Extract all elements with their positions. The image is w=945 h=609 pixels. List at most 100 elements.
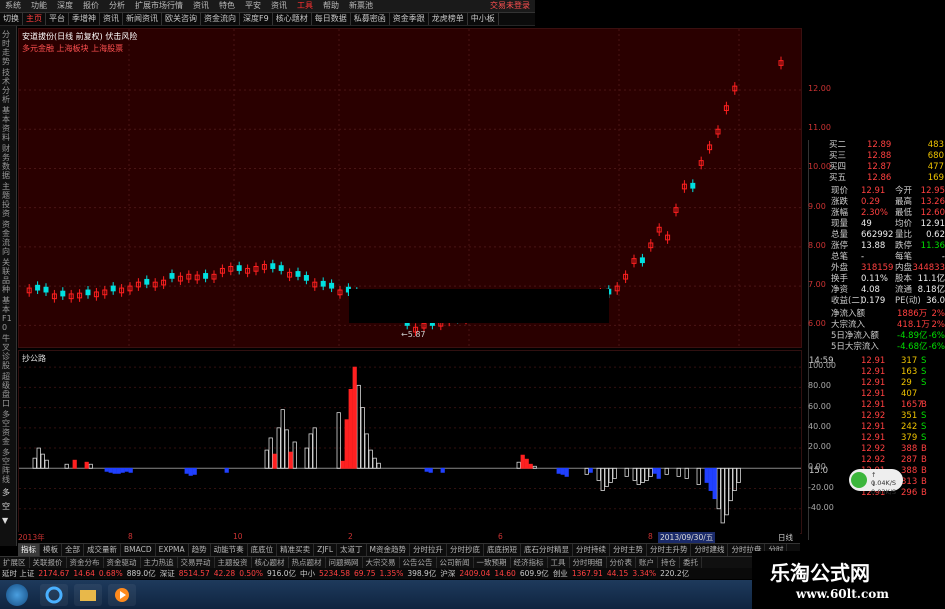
- extension-tab[interactable]: 分时明细: [570, 557, 607, 568]
- extension-tab[interactable]: 工具: [548, 557, 570, 568]
- index-status-item: 沪深: [440, 569, 456, 578]
- menu-item[interactable]: 帮助: [318, 0, 344, 12]
- sidebar-tab[interactable]: 牛叉诊股: [2, 334, 14, 370]
- extension-tab[interactable]: 委托: [680, 557, 702, 568]
- menu-item[interactable]: 扩展市场行情: [130, 0, 188, 12]
- extension-tab[interactable]: 问题揭网: [326, 557, 363, 568]
- sidebar-tab[interactable]: 技术分析: [2, 68, 14, 104]
- sidebar-toggle[interactable]: 空: [2, 502, 14, 511]
- menu-item[interactable]: 工具: [292, 0, 318, 12]
- extension-tab[interactable]: 一致预期: [474, 557, 511, 568]
- extension-tab[interactable]: 扩展区: [0, 557, 30, 568]
- indicator-tab[interactable]: 成交量新: [84, 544, 121, 556]
- extension-tab[interactable]: 持仓: [658, 557, 680, 568]
- flow-value: 1886万: [897, 309, 928, 319]
- nav-item[interactable]: 资金流向: [201, 13, 240, 25]
- nav-item[interactable]: 深度F9: [240, 13, 273, 25]
- menu-item[interactable]: 特色: [214, 0, 240, 12]
- menu-item[interactable]: 资讯: [188, 0, 214, 12]
- menu-item[interactable]: 平安: [240, 0, 266, 12]
- index-status-item: 8514.57: [178, 569, 210, 578]
- extension-tab[interactable]: 核心题材: [252, 557, 289, 568]
- nav-item[interactable]: 主页: [23, 13, 46, 25]
- indicator-tab[interactable]: 底石分时精显: [521, 544, 573, 556]
- extension-tab[interactable]: 热点题材: [289, 557, 326, 568]
- indicator-tab[interactable]: 趋势: [189, 544, 211, 556]
- nav-item[interactable]: 季增神: [69, 13, 100, 25]
- nav-item[interactable]: 平台: [46, 13, 69, 25]
- indicator-tab[interactable]: EXPMA: [156, 544, 189, 556]
- sidebar-tab[interactable]: 多空阵线: [2, 448, 14, 484]
- tick-volume: 163: [901, 367, 918, 377]
- indicator-axis-label: 40.00: [808, 421, 831, 431]
- hist-bar-hollow: [596, 467, 601, 481]
- nav-item[interactable]: 每日数据: [312, 13, 351, 25]
- sidebar-tab[interactable]: 财务数据: [2, 144, 14, 180]
- extension-tab[interactable]: 交易异动: [178, 557, 215, 568]
- indicator-tab[interactable]: 分时抄底: [447, 544, 484, 556]
- indicator-tab[interactable]: 分时拉升: [410, 544, 447, 556]
- sidebar-tab[interactable]: 资金流向: [2, 220, 14, 256]
- indicator-tab[interactable]: 分时持续: [573, 544, 610, 556]
- extension-tab[interactable]: 经济指标: [511, 557, 548, 568]
- extension-tab[interactable]: 公告公告: [400, 557, 437, 568]
- menu-item[interactable]: 资讯: [266, 0, 292, 12]
- extension-tab[interactable]: 账户: [636, 557, 658, 568]
- menu-item[interactable]: 分析: [104, 0, 130, 12]
- nav-item[interactable]: 欧关咨询: [162, 13, 201, 25]
- menu-item[interactable]: 报价: [78, 0, 104, 12]
- indicator-tabs[interactable]: 指标 模板 全部 成交量新 BMACD EXPMA 趋势 动能节奏 底底位 精准买卖 ZJFL 太道丁…: [18, 543, 800, 556]
- indicator-tab[interactable]: 动能节奏: [211, 544, 248, 556]
- sidebar-tab[interactable]: 分时走势: [2, 30, 14, 66]
- nav-item[interactable]: 核心题材: [273, 13, 312, 25]
- indicator-tab[interactable]: 精准买卖: [277, 544, 315, 556]
- nav-item[interactable]: 资讯: [100, 13, 123, 25]
- indicator-tab[interactable]: 模板: [40, 544, 62, 556]
- extension-tab[interactable]: 大宗交易: [363, 557, 400, 568]
- nav-item[interactable]: 私募密函: [351, 13, 390, 25]
- extension-tab[interactable]: 关联报价: [30, 557, 67, 568]
- nav-item[interactable]: 资金季跟: [390, 13, 429, 25]
- indicator-chart[interactable]: 抄公路: [18, 350, 802, 534]
- nav-item[interactable]: 新闻资讯: [123, 13, 162, 25]
- sidebar-tab[interactable]: 关联品种: [2, 258, 14, 294]
- menu-item[interactable]: 功能: [26, 0, 52, 12]
- extension-tab[interactable]: 主题投资: [215, 557, 252, 568]
- menu-item[interactable]: 深度: [52, 0, 78, 12]
- nav-item[interactable]: 中小板: [468, 13, 499, 25]
- extension-tab[interactable]: 资金分布: [67, 557, 104, 568]
- nav-item[interactable]: 龙虎榜单: [429, 13, 468, 25]
- start-button[interactable]: [6, 584, 28, 606]
- sidebar-toggle[interactable]: ▼: [2, 516, 14, 525]
- sidebar-tab[interactable]: 主题投资: [2, 182, 14, 218]
- ie-icon[interactable]: [40, 584, 68, 606]
- sidebar-tab[interactable]: 超级盘口: [2, 372, 14, 408]
- indicator-tab[interactable]: 分时主升势: [647, 544, 692, 556]
- indicator-tab[interactable]: 底底拐短: [484, 544, 521, 556]
- indicator-tab[interactable]: 指标: [18, 544, 40, 556]
- indicator-tab[interactable]: 分时建线: [691, 544, 729, 556]
- indicator-tab[interactable]: M资金趋势: [367, 544, 410, 556]
- folder-icon[interactable]: [74, 584, 102, 606]
- indicator-tab[interactable]: 分时主势: [610, 544, 647, 556]
- sidebar-tab[interactable]: 基本F10: [2, 296, 14, 332]
- sidebar-toggle[interactable]: 多: [2, 488, 14, 497]
- indicator-tab[interactable]: 太道丁: [337, 544, 367, 556]
- media-player-icon[interactable]: [108, 584, 136, 606]
- extension-tab[interactable]: 分价表: [607, 557, 636, 568]
- sidebar-tab[interactable]: 多空资金: [2, 410, 14, 446]
- indicator-tab[interactable]: ZJFL: [314, 544, 337, 556]
- nav-item[interactable]: 切换: [0, 13, 23, 25]
- extension-tab[interactable]: 资金驱动: [104, 557, 141, 568]
- extension-tab[interactable]: 公司新闻: [437, 557, 474, 568]
- indicator-tab[interactable]: 全部: [62, 544, 84, 556]
- extension-tab[interactable]: 主力热追: [141, 557, 178, 568]
- login-status[interactable]: 交易未登录: [485, 0, 535, 12]
- sidebar-tab[interactable]: 基本资料: [2, 106, 14, 142]
- indicator-tab[interactable]: 底底位: [248, 544, 278, 556]
- candle: [203, 273, 209, 279]
- kline-chart[interactable]: 安道拔份(日线 前复权) 伏击风险 多元金融 上海板块 上海股票 ←5.87: [18, 28, 802, 348]
- indicator-tab[interactable]: BMACD: [121, 544, 156, 556]
- menu-item[interactable]: 系统: [0, 0, 26, 12]
- menu-item[interactable]: 新票池: [344, 0, 378, 12]
